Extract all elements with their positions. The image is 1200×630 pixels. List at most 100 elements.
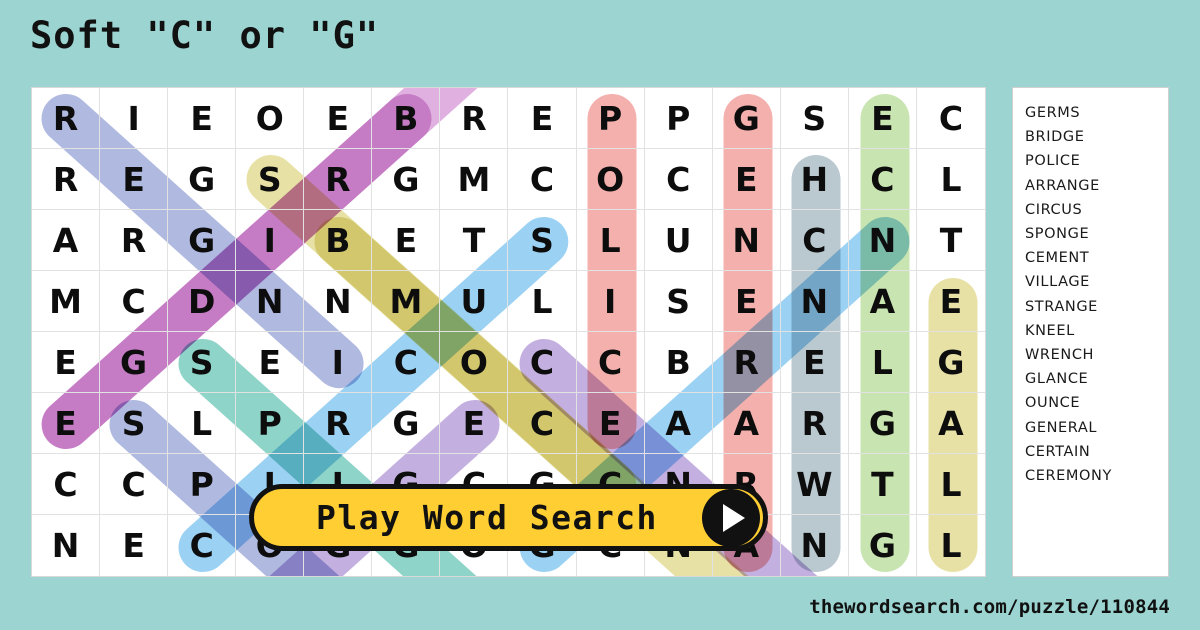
grid-cell[interactable]: L [848, 332, 917, 393]
grid-cell[interactable]: S [168, 332, 237, 393]
grid-cell[interactable]: E [372, 210, 441, 271]
grid-cell[interactable]: O [440, 332, 509, 393]
grid-cell[interactable]: E [32, 393, 101, 454]
grid-cell[interactable]: N [712, 210, 781, 271]
grid-cell[interactable]: R [304, 149, 373, 210]
grid-cell[interactable]: A [32, 210, 101, 271]
grid-cell[interactable]: M [440, 149, 509, 210]
grid-cell[interactable]: A [712, 393, 781, 454]
grid-cell[interactable]: G [100, 332, 169, 393]
grid-cell[interactable]: S [508, 210, 577, 271]
grid-cell[interactable]: T [440, 210, 509, 271]
grid-cell[interactable]: B [644, 332, 713, 393]
grid-cell[interactable]: B [304, 210, 373, 271]
grid-cell[interactable]: R [32, 88, 101, 149]
grid-cell[interactable]: O [576, 149, 645, 210]
grid-cell[interactable]: E [916, 271, 985, 332]
grid-cell[interactable]: G [712, 88, 781, 149]
grid-cell[interactable]: L [576, 210, 645, 271]
grid-cell[interactable]: I [304, 332, 373, 393]
grid-cell[interactable]: C [32, 454, 101, 515]
grid-cell[interactable]: I [236, 210, 305, 271]
grid-cell[interactable]: N [781, 515, 849, 576]
grid-cell[interactable]: E [304, 88, 373, 149]
grid-cell[interactable]: W [780, 454, 849, 515]
grid-cell[interactable]: G [168, 210, 237, 271]
grid-cell[interactable]: L [916, 149, 985, 210]
grid-cell[interactable]: P [576, 88, 645, 149]
grid-cell[interactable]: H [780, 149, 849, 210]
word-list-item: ARRANGE [1025, 177, 1100, 194]
grid-cell[interactable]: C [576, 332, 645, 393]
grid-cell[interactable]: C [848, 149, 917, 210]
play-word-search-button[interactable]: Play Word Search [249, 484, 768, 551]
grid-cell[interactable]: T [916, 210, 985, 271]
grid-cell[interactable]: G [849, 515, 917, 576]
grid-cell[interactable]: E [236, 332, 305, 393]
grid-cell[interactable]: E [780, 332, 849, 393]
grid-cell[interactable]: E [712, 149, 781, 210]
grid-cell[interactable]: L [508, 271, 577, 332]
grid-cell[interactable]: R [712, 332, 781, 393]
grid-cell[interactable]: E [32, 332, 101, 393]
grid-cell[interactable]: C [508, 149, 577, 210]
grid-cell[interactable]: S [780, 88, 849, 149]
grid-cell[interactable]: L [168, 393, 237, 454]
grid-cell[interactable]: G [372, 393, 441, 454]
grid-cell[interactable]: E [440, 393, 509, 454]
grid-cell[interactable]: R [780, 393, 849, 454]
grid-cell[interactable]: R [440, 88, 509, 149]
grid-cell[interactable]: R [304, 393, 373, 454]
grid-cell[interactable]: A [644, 393, 713, 454]
grid-cell[interactable]: E [848, 88, 917, 149]
grid-cell[interactable]: U [440, 271, 509, 332]
grid-cell[interactable]: N [780, 271, 849, 332]
grid-cell[interactable]: U [644, 210, 713, 271]
grid-cell[interactable]: M [372, 271, 441, 332]
grid-cell[interactable]: S [100, 393, 169, 454]
grid-cell[interactable]: R [32, 149, 101, 210]
grid-cell[interactable]: E [100, 149, 169, 210]
grid-cell[interactable]: G [372, 149, 441, 210]
grid-cell[interactable]: A [916, 393, 985, 454]
grid-cell[interactable]: N [304, 271, 373, 332]
grid-cell[interactable]: E [508, 88, 577, 149]
grid-cell[interactable]: E [100, 515, 169, 576]
grid-cell[interactable]: C [100, 454, 169, 515]
grid-cell[interactable]: L [917, 515, 985, 576]
grid-cell[interactable]: N [32, 515, 101, 576]
grid-cell[interactable]: E [712, 271, 781, 332]
grid-cell[interactable]: E [168, 88, 237, 149]
grid-cell[interactable]: P [168, 454, 237, 515]
grid-cell[interactable]: C [168, 515, 237, 576]
grid-cell[interactable]: I [100, 88, 169, 149]
grid-cell[interactable]: G [168, 149, 237, 210]
grid-cell[interactable]: T [848, 454, 917, 515]
grid-cell[interactable]: B [372, 88, 441, 149]
grid-cell[interactable]: C [780, 210, 849, 271]
grid-cell[interactable]: I [576, 271, 645, 332]
grid-cell[interactable]: C [372, 332, 441, 393]
grid-cell[interactable]: D [168, 271, 237, 332]
grid-cell[interactable]: S [236, 149, 305, 210]
word-list-item: WRENCH [1025, 347, 1095, 364]
grid-cell[interactable]: L [916, 454, 985, 515]
grid-cell[interactable]: M [32, 271, 101, 332]
grid-cell[interactable]: S [644, 271, 713, 332]
word-list-panel: GERMS BRIDGE POLICE ARRANGE CIRCUS SPONGE CEME… [1012, 87, 1169, 577]
grid-cell[interactable]: N [848, 210, 917, 271]
grid-cell[interactable]: G [848, 393, 917, 454]
grid-cell[interactable]: N [236, 271, 305, 332]
grid-cell[interactable]: C [508, 332, 577, 393]
grid-cell[interactable]: C [644, 149, 713, 210]
grid-cell[interactable]: C [916, 88, 985, 149]
grid-cell[interactable]: P [644, 88, 713, 149]
grid-cell[interactable]: E [576, 393, 645, 454]
grid-cell[interactable]: G [916, 332, 985, 393]
grid-cell[interactable]: A [848, 271, 917, 332]
grid-cell[interactable]: O [236, 88, 305, 149]
grid-cell[interactable]: R [100, 210, 169, 271]
grid-cell[interactable]: C [508, 393, 577, 454]
grid-cell[interactable]: C [100, 271, 169, 332]
grid-cell[interactable]: P [236, 393, 305, 454]
